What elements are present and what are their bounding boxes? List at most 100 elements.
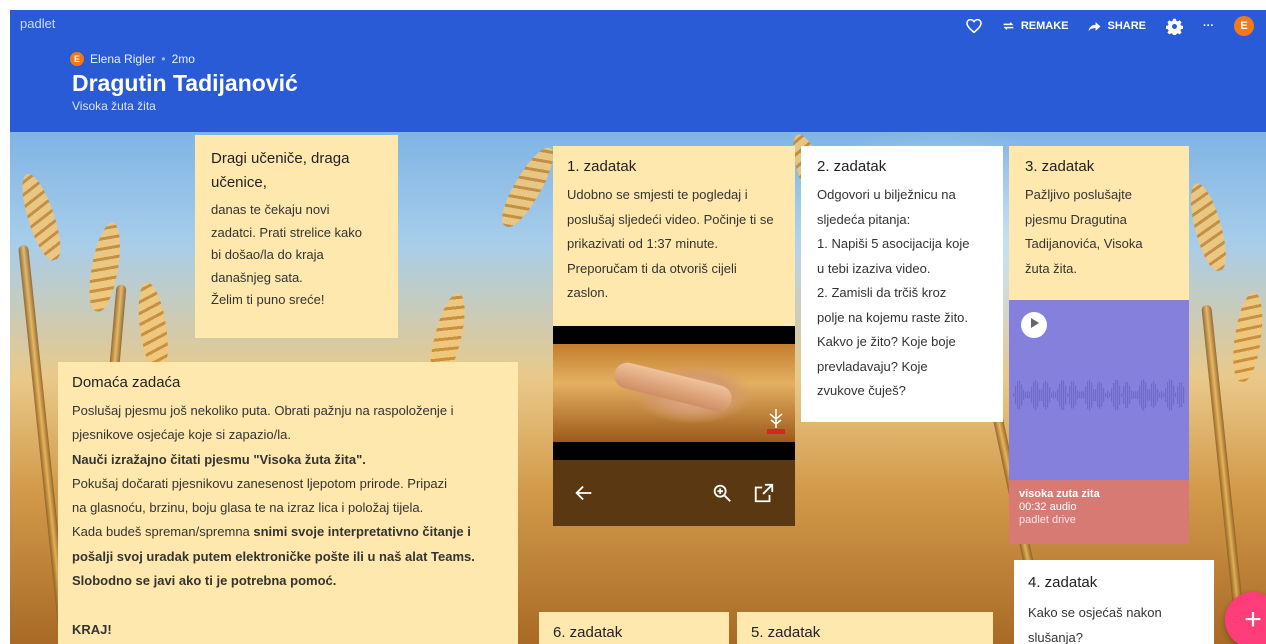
post-body-line: danas te čekaju novi — [211, 202, 330, 217]
board-title: Dragutin Tadijanović — [72, 70, 298, 96]
gear-icon[interactable] — [1166, 18, 1183, 35]
waveform-bar — [1177, 386, 1179, 404]
post-task-5[interactable]: 5. zadatak — [737, 612, 993, 644]
waveform-bar — [1033, 381, 1035, 409]
user-avatar[interactable]: E — [1234, 16, 1254, 36]
brand-logo[interactable]: padlet — [20, 16, 55, 31]
remake-button[interactable]: REMAKE — [1002, 20, 1068, 32]
audio-title: visoka zuta zita — [1019, 488, 1100, 500]
audio-player[interactable] — [1009, 300, 1189, 480]
waveform-bar — [1029, 391, 1031, 399]
video-embed[interactable] — [553, 326, 795, 526]
waveform-bar — [1015, 385, 1017, 405]
waveform-bar — [1057, 389, 1059, 401]
waveform-bar — [1161, 390, 1163, 400]
open-external-icon[interactable] — [753, 482, 775, 504]
waveform-bar — [1097, 383, 1099, 407]
waveform-bar — [1179, 382, 1181, 408]
waveform-bar — [1123, 385, 1125, 405]
toolbar: REMAKE SHARE ··· E — [966, 16, 1254, 36]
waveform-bar — [1059, 383, 1061, 407]
post-title: 2. zadatak — [817, 158, 887, 175]
post-title: 6. zadatak — [553, 624, 623, 641]
post-intro[interactable]: Dragi učeniče, draga učenice, danas te č… — [195, 135, 398, 338]
waveform-bar — [1115, 379, 1117, 411]
post-task-2[interactable]: 2. zadatak Odgovori u bilježnicu na slje… — [801, 146, 1003, 422]
board-header: padlet E Elena Rigler • 2mo Dragutin Tad… — [10, 10, 1266, 132]
waveform-bar — [1065, 385, 1067, 405]
zoom-in-icon[interactable] — [711, 482, 733, 504]
post-task-6[interactable]: 6. zadatak — [539, 612, 729, 644]
waveform-bar — [1147, 388, 1149, 402]
waveform-bar — [1103, 388, 1105, 402]
waveform-bar — [1143, 379, 1145, 411]
waveform-bar — [1175, 392, 1177, 398]
waveform-bar — [1081, 391, 1083, 399]
post-body-line: zvukove čuješ? — [817, 383, 906, 398]
post-body-line: Kada budeš spreman/spremna — [72, 524, 254, 540]
waveform-bar — [1101, 383, 1103, 407]
waveform-bar — [1113, 383, 1115, 407]
waveform-bar — [1121, 392, 1123, 398]
post-body-line: sljedeća pitanja: — [817, 211, 911, 227]
arrow-left-icon[interactable] — [573, 482, 595, 504]
waveform-bar — [1135, 391, 1137, 399]
waveform-bar — [1019, 380, 1021, 410]
waveform-bar — [1061, 380, 1063, 410]
post-body-line: bi došao/la do kraja — [211, 247, 324, 262]
video-thumbnail[interactable] — [553, 344, 795, 442]
post-body-line: u tebi izaziva video. — [817, 260, 931, 276]
heart-icon[interactable] — [966, 19, 982, 33]
waveform-bar — [1165, 387, 1167, 403]
waveform-bar — [1049, 387, 1051, 403]
share-button[interactable]: SHARE — [1088, 20, 1146, 32]
post-body-line: pjesmu Dragutina — [1025, 211, 1127, 227]
play-button[interactable] — [1021, 312, 1047, 338]
post-body: danas te čekaju novi zadatci. Prati stre… — [211, 199, 382, 312]
post-body-line: polje na kojemu raste žito. — [817, 309, 969, 325]
waveform-bar — [1055, 392, 1057, 398]
post-task-1[interactable]: 1. zadatak Udobno se smjesti te pogledaj… — [553, 146, 795, 526]
post-task-4[interactable]: 4. zadatak Kako se osjećaš nakon slušanj… — [1014, 560, 1214, 644]
author-row: E Elena Rigler • 2mo — [70, 52, 195, 66]
wheat-ear — [494, 141, 562, 233]
more-menu-button[interactable]: ··· — [1203, 20, 1214, 32]
waveform-bar — [1163, 392, 1165, 398]
wheat-ear — [1228, 290, 1266, 384]
waveform-bar — [1077, 390, 1079, 400]
post-body-line: prevladavaju? Koje — [817, 358, 928, 374]
post-body-line: Tadijanovića, Visoka — [1025, 236, 1143, 251]
waveform-bar — [1133, 391, 1135, 399]
waveform-bar — [1023, 389, 1025, 401]
waveform-bar — [1085, 386, 1087, 404]
padlet-board: padlet E Elena Rigler • 2mo Dragutin Tad… — [0, 0, 1266, 644]
waveform-bar — [1051, 392, 1053, 398]
share-label: SHARE — [1107, 20, 1146, 32]
waveform-bar — [1045, 380, 1047, 410]
waveform-bar — [1129, 385, 1131, 405]
wheat-ear — [133, 280, 173, 374]
waveform-bar — [1053, 391, 1055, 399]
waveform-bar — [1169, 379, 1171, 411]
waveform-bar — [1031, 386, 1033, 404]
channel-logo — [763, 406, 789, 436]
post-body: Udobno se smjesti te pogledaj i poslušaj… — [567, 187, 774, 300]
waveform-bar — [1035, 380, 1037, 410]
post-body: Poslušaj pjesmu još nekoliko puta. Obrat… — [72, 399, 504, 642]
waveform-bar — [1181, 382, 1183, 408]
waveform-bar — [1027, 391, 1029, 399]
post-body-line: današnjeg sata. — [211, 269, 303, 285]
waveform-bar — [1099, 381, 1101, 409]
waveform-bar — [1089, 379, 1091, 411]
post-homework[interactable]: Domaća zadaća Poslušaj pjesmu još nekoli… — [58, 362, 518, 644]
post-task-3[interactable]: 3. zadatak Pažljivo poslušajte pjesmu Dr… — [1009, 146, 1189, 544]
waveform-bar — [1083, 391, 1085, 399]
waveform-bar — [1159, 392, 1161, 398]
audio-meta: visoka zuta zita 00:32 audio padlet driv… — [1009, 480, 1189, 544]
waveform-bar — [1063, 380, 1065, 410]
audio-waveform — [1013, 379, 1185, 411]
wheat-ear — [1183, 180, 1233, 274]
waveform-bar — [1079, 391, 1081, 399]
waveform-bar — [1093, 389, 1095, 401]
waveform-bar — [1021, 384, 1023, 406]
